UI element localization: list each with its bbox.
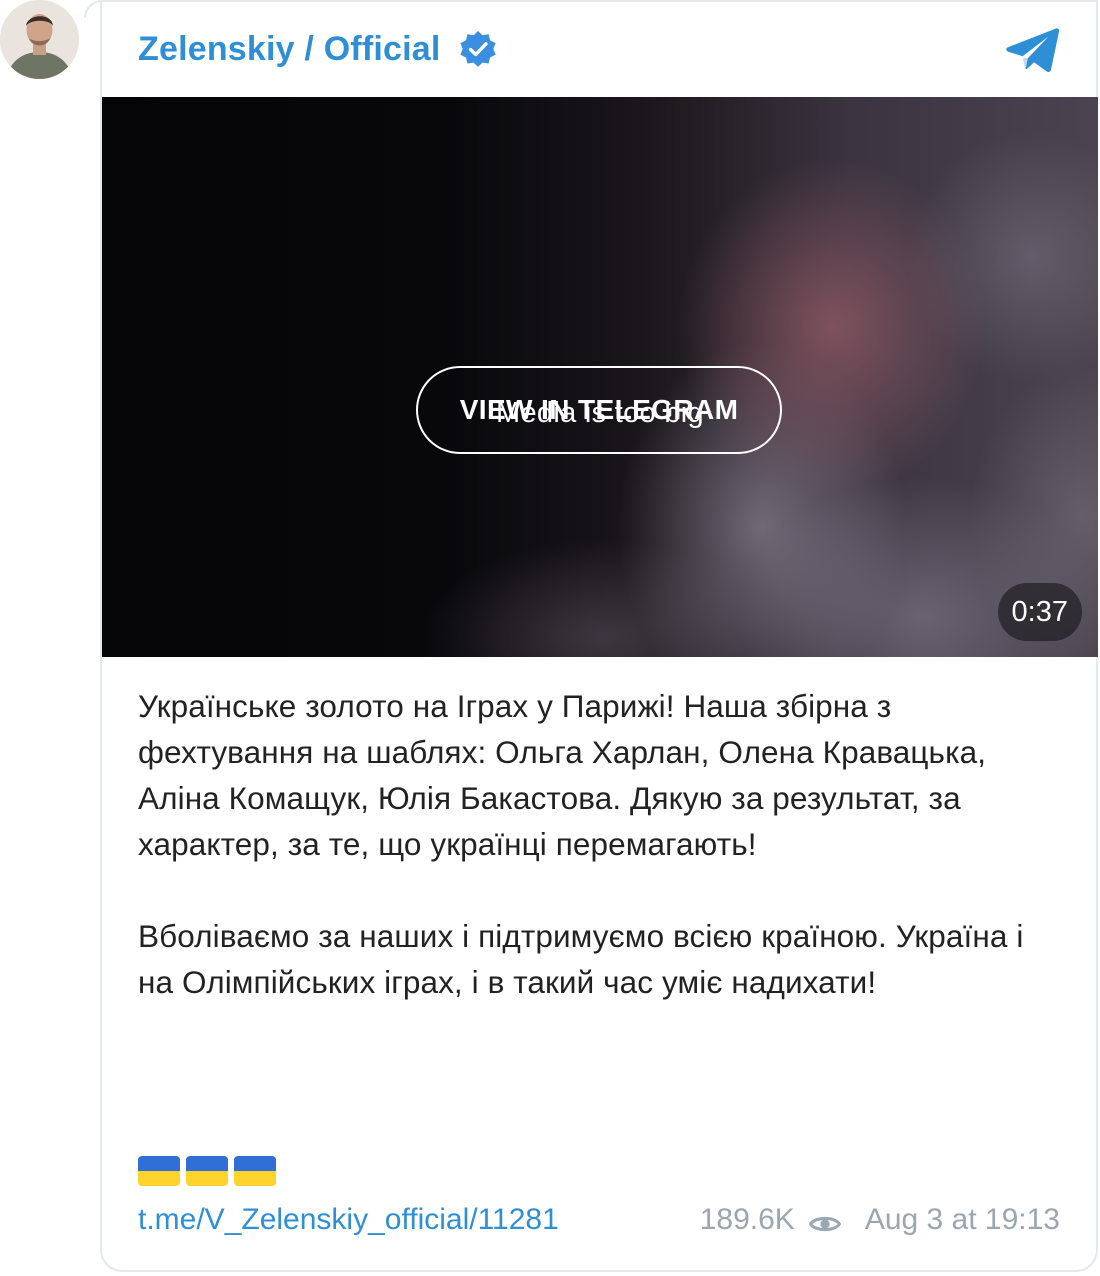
post-meta: 189.6K Aug 3 at 19:13 — [700, 1203, 1060, 1237]
video-media[interactable]: Media is too big VIEW IN TELEGRAM 0:37 — [102, 97, 1098, 657]
channel-name[interactable]: Zelenskiy / Official — [138, 30, 441, 69]
bubble-top-border — [100, 0, 1098, 2]
video-duration: 0:37 — [997, 583, 1082, 641]
post-date[interactable]: Aug 3 at 19:13 — [865, 1203, 1060, 1237]
post-link[interactable]: t.me/V_Zelenskiy_official/11281 — [138, 1203, 559, 1237]
views-count: 189.6K — [699, 1203, 795, 1236]
media-overlay: Media is too big VIEW IN TELEGRAM 0:37 — [102, 97, 1098, 657]
post-paragraph: Вболіваємо за наших і підтримуємо всією … — [138, 918, 1024, 1000]
view-in-telegram-button[interactable]: VIEW IN TELEGRAM — [416, 366, 782, 454]
eye-icon — [808, 1209, 842, 1232]
ukraine-flag-icon — [234, 1156, 276, 1186]
flags-row — [138, 1156, 276, 1186]
post-text: Українське золото на Іграх у Парижі! Наш… — [138, 683, 1058, 1005]
verified-badge-icon — [459, 30, 497, 68]
post-paragraph: Українське золото на Іграх у Парижі! Наш… — [138, 688, 987, 862]
ukraine-flag-icon — [138, 1156, 180, 1186]
message-header: Zelenskiy / Official — [138, 26, 497, 72]
ukraine-flag-icon — [186, 1156, 228, 1186]
channel-avatar[interactable] — [0, 0, 79, 79]
telegram-icon[interactable] — [1005, 26, 1061, 74]
